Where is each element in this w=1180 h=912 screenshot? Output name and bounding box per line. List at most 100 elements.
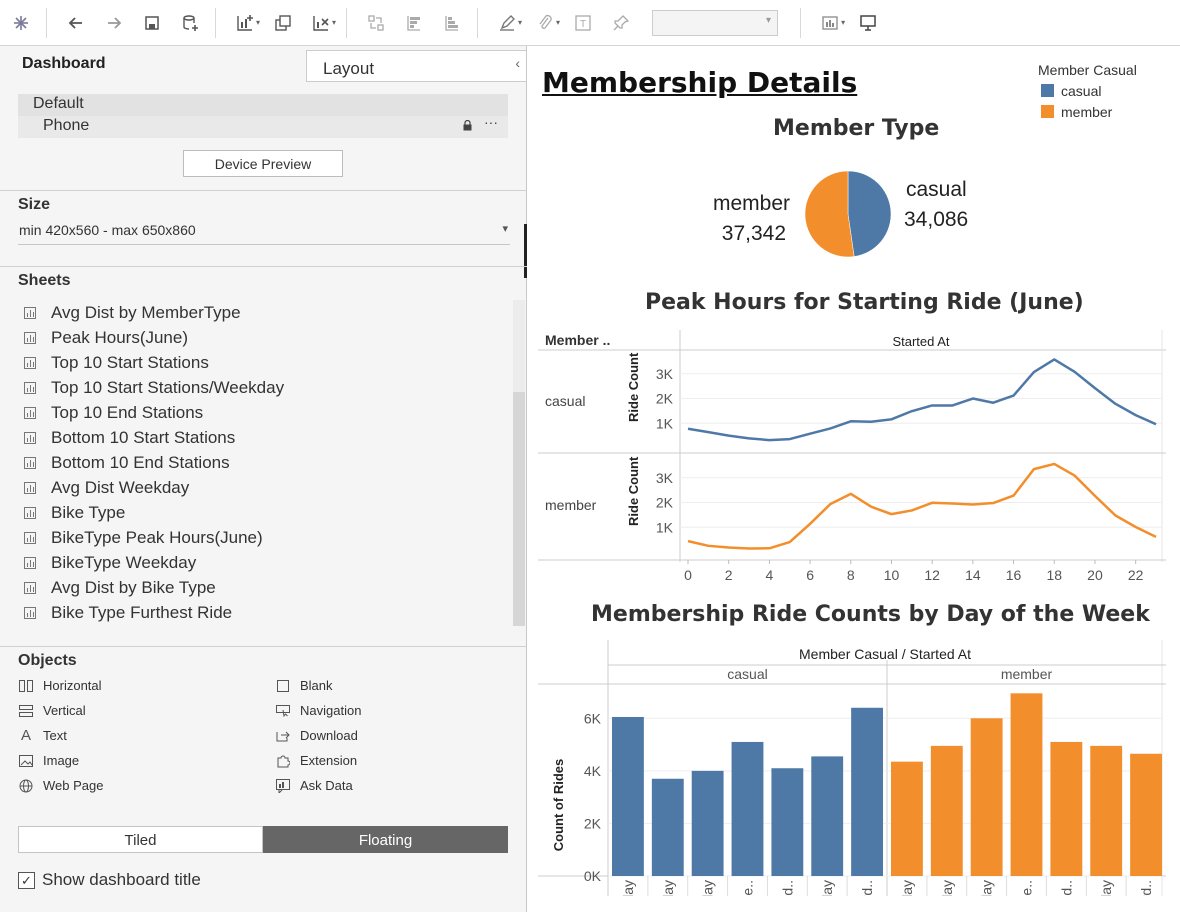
sheet-item[interactable]: Bottom 10 End Stations [18,450,498,475]
sheet-item[interactable]: Top 10 End Stations [18,400,498,425]
object-vertical[interactable]: Vertical [18,703,86,718]
new-datasource-icon[interactable] [173,6,207,40]
group-dropdown-icon[interactable]: ▾ [556,18,560,27]
line-series-casual [687,358,1157,442]
sheet-item-label: BikeType Weekday [51,552,197,572]
sheet-item-label: Bottom 10 End Stations [51,452,230,472]
weekday-bar-chart[interactable]: Member Casual / Started At Count of Rides… [538,640,1166,896]
bar-casual-6 [851,707,883,876]
object-text[interactable]: A Text [18,727,67,744]
sheet-item[interactable]: BikeType Peak Hours(June) [18,525,498,550]
clear-sheet-dropdown-icon[interactable]: ▾ [332,18,336,27]
object-image[interactable]: Image [18,753,79,768]
object-ask-data[interactable]: Ask Data [275,778,353,793]
more-options-icon[interactable]: ··· [484,114,498,130]
object-download[interactable]: Download [275,728,358,743]
object-label: Ask Data [300,778,353,793]
show-me-dropdown-icon[interactable]: ▾ [841,18,845,27]
tab-dashboard[interactable]: Dashboard [22,55,106,73]
undo-icon[interactable] [59,6,93,40]
x-tick-label: Monday [939,880,955,896]
x-tick-label: Friday [819,880,835,896]
worksheet-icon [24,581,36,594]
x-tick-label: 6 [806,567,814,583]
device-phone[interactable]: Phone ··· [18,114,508,138]
worksheet-icon [24,531,36,544]
worksheet-icon [24,606,36,619]
object-label: Extension [300,753,358,768]
pie-value-casual: 34,086 [904,208,968,231]
save-icon[interactable] [135,6,169,40]
tab-layout[interactable]: Layout [306,50,526,82]
legend-item-casual[interactable]: casual [1038,80,1137,101]
blank-icon [275,679,291,693]
text-icon: A [20,727,31,744]
duplicate-sheet-icon[interactable] [266,6,300,40]
sheet-item[interactable]: Peak Hours(June) [18,325,498,350]
sheet-item[interactable]: Avg Dist by Bike Type [18,575,498,600]
sheet-item[interactable]: Avg Dist by MemberType [18,300,498,325]
label-icon[interactable]: T [566,6,600,40]
object-navigation[interactable]: Navigation [275,703,361,718]
y-axis-title: Ride Count [626,352,641,422]
sheet-item[interactable]: Bottom 10 Start Stations [18,425,498,450]
pin-icon[interactable] [604,6,638,40]
sheet-item[interactable]: Avg Dist Weekday [18,475,498,500]
new-worksheet-dropdown-icon[interactable]: ▾ [256,18,260,27]
sheet-item[interactable]: BikeType Weekday [18,550,498,575]
tiled-button[interactable]: Tiled [18,826,263,853]
member-type-pie-chart[interactable]: casual 34,086 member 37,342 [698,164,998,264]
object-horizontal[interactable]: Horizontal [18,678,102,693]
sheet-item[interactable]: Bike Type [18,500,498,525]
x-tick-label: 14 [965,567,981,583]
peak-hours-line-chart[interactable]: Member .. Started At casual Ride Count 1K 2K 3… [538,330,1166,590]
floating-button[interactable]: Floating [263,826,508,853]
x-tick-label: 12 [924,567,940,583]
object-blank[interactable]: Blank [275,678,333,693]
show-title-checkbox[interactable]: ✓ [18,871,35,889]
y-tick-label: 0K [584,868,602,884]
line-chart-title: Peak Hours for Starting Ride (June) [645,290,1084,315]
sheet-item[interactable]: Top 10 Start Stations [18,350,498,375]
y-tick-label: 1K [656,415,674,431]
pie-slice-casual [847,170,892,257]
panel-resize-handle[interactable] [524,224,527,278]
object-web-page[interactable]: Web Page [18,778,103,793]
object-label: Blank [300,678,333,693]
fit-select[interactable] [652,9,779,36]
sheet-item[interactable]: Top 10 Start Stations/Weekday [18,375,498,400]
pie-value-member: 37,342 [722,222,786,245]
show-dashboard-title[interactable]: ✓ Show dashboard title [18,870,201,890]
highlight-dropdown-icon[interactable]: ▾ [518,18,522,27]
sort-ascending-icon[interactable] [397,6,431,40]
x-tick-label: Wedne.. [1019,880,1035,896]
sheet-item-label: Top 10 End Stations [51,402,204,422]
size-title: Size [18,196,51,213]
worksheet-icon [24,306,36,319]
toolbar-separator [800,7,802,38]
presentation-icon[interactable] [851,6,885,40]
sheets-scrollbar-thumb[interactable] [513,392,525,626]
sheet-item-label: Avg Dist by MemberType [51,302,241,322]
device-preview-button[interactable]: Device Preview [183,150,343,177]
sheet-item-label: Avg Dist Weekday [51,477,190,497]
bar-chart-title: Membership Ride Counts by Day of the Wee… [591,602,1150,627]
left-panel: Dashboard Layout ‹ Default Phone ··· Dev… [0,46,527,912]
redo-icon[interactable] [97,6,131,40]
x-tick-label: Monday [660,880,676,896]
sheet-item[interactable]: Bike Type Furthest Ride [18,600,498,625]
bar-member-0 [891,761,923,876]
legend-item-member[interactable]: member [1038,101,1137,122]
tableau-logo-icon[interactable] [4,6,38,40]
device-default[interactable]: Default [18,94,508,116]
size-select[interactable]: min 420x560 - max 650x860 [18,222,510,245]
color-legend[interactable]: Member Casual casual member [1038,62,1137,122]
worksheet-icon [24,506,36,519]
object-extension[interactable]: Extension [275,753,357,768]
navigation-icon [275,704,291,718]
swap-icon[interactable] [359,6,393,40]
object-label: Vertical [43,703,86,718]
collapse-panel-icon[interactable]: ‹ [515,55,520,71]
sheet-item-label: Bottom 10 Start Stations [51,427,236,447]
sort-descending-icon[interactable] [435,6,469,40]
